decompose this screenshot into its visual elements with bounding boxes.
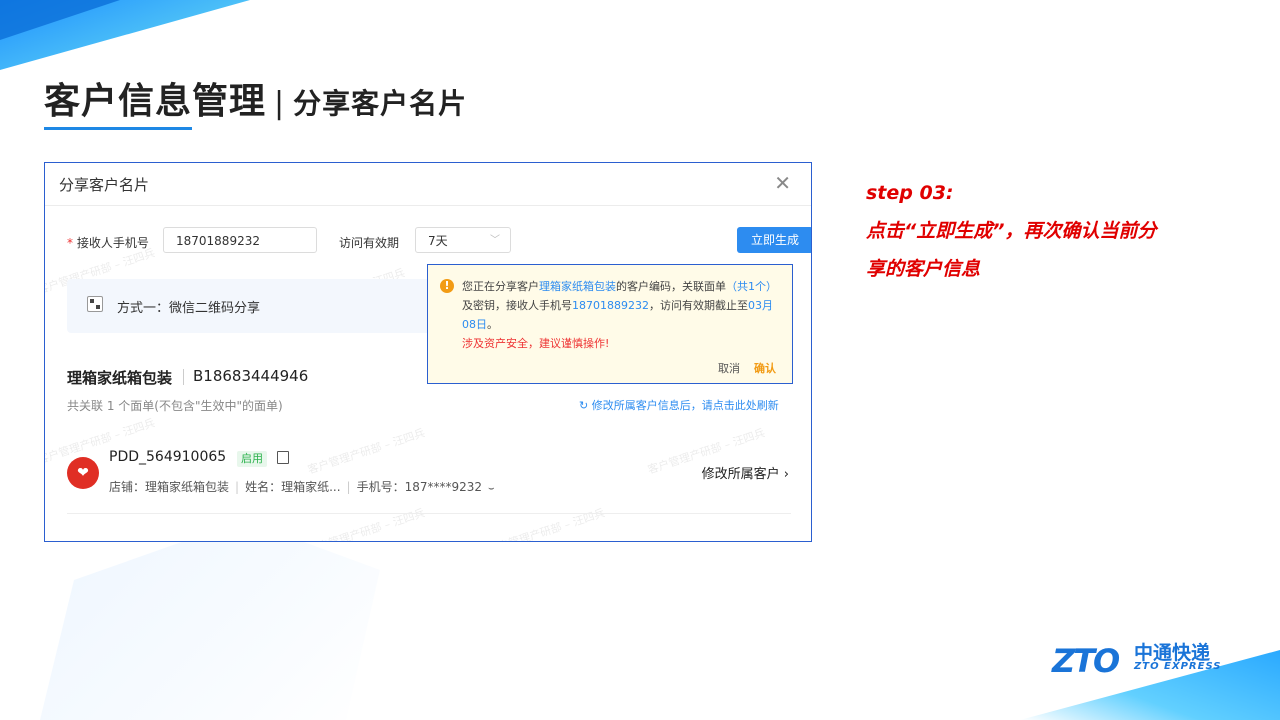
modify-customer-link[interactable]: 修改所属客户 › xyxy=(702,463,789,482)
step-line-2: 享的客户信息 xyxy=(866,258,981,280)
chevron-down-icon: ﹀ xyxy=(490,235,500,246)
validity-value: 7天 xyxy=(428,234,448,248)
title-separator: | xyxy=(274,86,286,121)
step-line-1: 点击“立即生成”，再次确认当前分 xyxy=(866,220,1157,242)
cancel-button[interactable]: 取消 xyxy=(718,360,740,376)
danger-warning: 涉及资产安全，建议谨慎操作! xyxy=(462,337,610,350)
share-dialog: 分享客户名片 ✕ 客户管理产研部 – 汪四兵 客户管理产研部 – 汪四兵 客户管… xyxy=(44,162,812,542)
pdd-logo-icon: ❤ xyxy=(67,457,99,489)
title-main: 客户信息管理 xyxy=(44,81,267,122)
confirm-button[interactable]: 确认 xyxy=(754,360,776,376)
eye-closed-icon[interactable]: ⌣ xyxy=(488,483,495,494)
store-meta: 店铺：理箱家纸箱包装 | 姓名：理箱家纸... | 手机号：187****9232 ⌣ xyxy=(109,480,495,494)
status-badge: 启用 xyxy=(237,451,267,467)
logo-en: ZTO EXPRESS xyxy=(1134,661,1222,672)
method-label: 方式一：微信二维码分享 xyxy=(117,301,261,316)
dialog-header: 分享客户名片 ✕ xyxy=(45,163,811,206)
phone-label: * 接收人手机号 xyxy=(67,236,149,250)
step-label: step 03: xyxy=(866,182,954,204)
divider xyxy=(183,369,184,385)
title-underline xyxy=(44,127,192,130)
qrcode-icon xyxy=(87,296,103,312)
confirm-message: 您正在分享客户理箱家纸箱包装的客户编码，关联面单（共1个）及密钥，接收人手机号1… xyxy=(462,280,777,350)
association-count: 共关联 1 个面单(不包含"生效中"的面单) xyxy=(67,399,283,413)
page-title: 客户信息管理 | 分享客户名片 xyxy=(44,72,467,124)
zto-logo: ZTO 中通快递 ZTO EXPRESS xyxy=(1052,638,1222,680)
title-sub: 分享客户名片 xyxy=(293,87,468,120)
store-id: PDD_564910065 xyxy=(109,449,227,465)
warning-icon: ! xyxy=(440,279,454,293)
form-row: * 接收人手机号 18701889232 访问有效期 7天 ﹀ 立即生成 xyxy=(67,227,811,255)
phone-input[interactable]: 18701889232 xyxy=(163,227,317,253)
copy-icon[interactable] xyxy=(277,451,289,464)
shop-code: B18683444946 xyxy=(193,367,309,385)
wechat-qr-method[interactable]: 方式一：微信二维码分享 xyxy=(67,279,432,333)
refresh-link[interactable]: ↻ 修改所属客户信息后，请点击此处刷新 xyxy=(579,397,779,413)
generate-button[interactable]: 立即生成 xyxy=(737,227,811,253)
confirm-popover: ! 您正在分享客户理箱家纸箱包装的客户编码，关联面单（共1个）及密钥，接收人手机… xyxy=(427,264,793,384)
dialog-title: 分享客户名片 xyxy=(59,176,150,194)
logo-mark: ZTO xyxy=(1052,642,1120,680)
validity-label: 访问有效期 xyxy=(339,236,400,250)
validity-select[interactable]: 7天 ﹀ xyxy=(415,227,511,253)
background-illustration xyxy=(40,520,380,720)
shop-name: 理箱家纸箱包装 xyxy=(67,369,173,387)
step-instruction: step 03: 点击“立即生成”，再次确认当前分 享的客户信息 xyxy=(866,174,1236,288)
close-icon[interactable]: ✕ xyxy=(774,171,791,195)
list-item: ❤ PDD_564910065 启用 店铺：理箱家纸箱包装 | 姓名：理箱家纸...… xyxy=(67,433,791,514)
